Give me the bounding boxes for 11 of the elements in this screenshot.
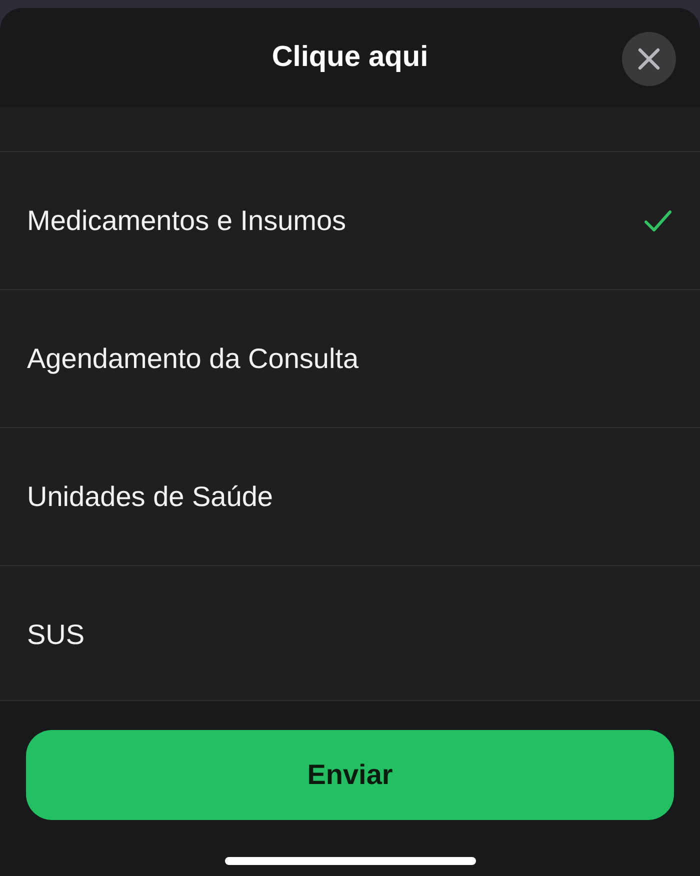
- option-item[interactable]: Medicamentos e Insumos: [0, 151, 700, 289]
- option-label: Agendamento da Consulta: [27, 342, 359, 374]
- option-label: Medicamentos e Insumos: [27, 204, 346, 236]
- option-item[interactable]: Unidades de Saúde: [0, 427, 700, 565]
- submit-button[interactable]: Enviar: [26, 730, 674, 820]
- option-item[interactable]: SUS: [0, 565, 700, 703]
- option-label: Unidades de Saúde: [27, 480, 273, 512]
- close-icon: [638, 48, 660, 70]
- option-item[interactable]: Agendamento da Consulta: [0, 289, 700, 427]
- option-label: SUS: [27, 618, 85, 650]
- sheet-title: Clique aqui: [272, 41, 428, 74]
